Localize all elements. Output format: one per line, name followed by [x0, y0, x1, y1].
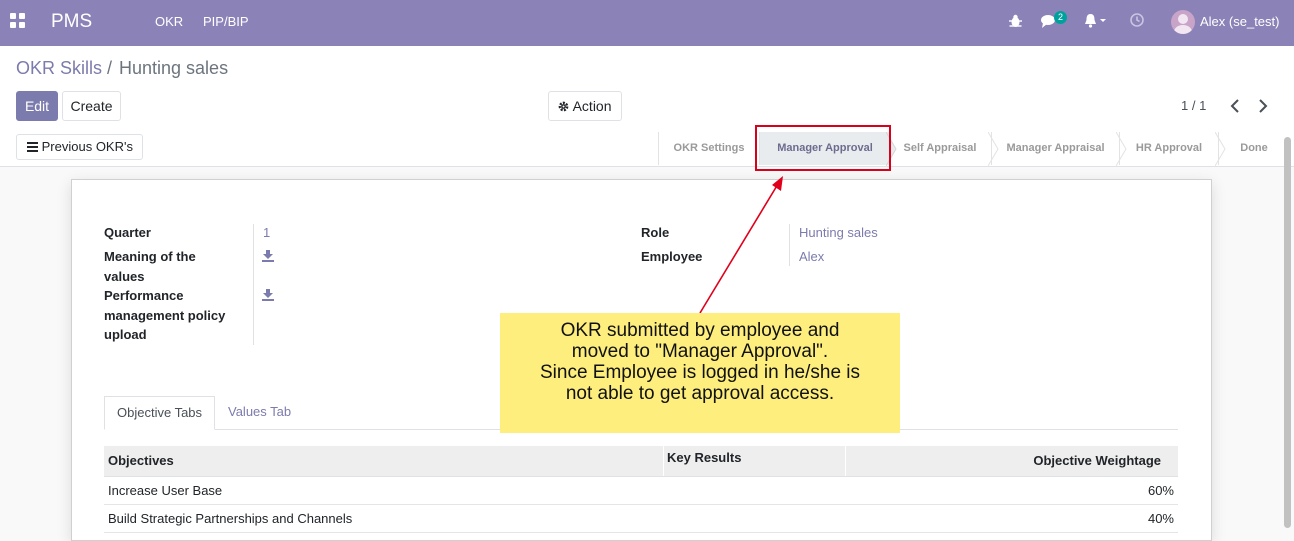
edit-button[interactable]: Edit — [16, 91, 58, 121]
stage-chevron-icon — [1116, 132, 1127, 166]
app-brand[interactable]: PMS — [51, 11, 92, 33]
stage-chevron-icon — [988, 132, 999, 166]
table-header: Objectives Key Results Objective Weighta… — [104, 446, 1178, 477]
table-row[interactable]: Build Strategic Partnerships and Channel… — [104, 505, 1178, 533]
control-panel: OKR Skills / Hunting sales Edit Create A… — [0, 46, 1294, 133]
pager-value[interactable]: 1 / 1 — [1181, 98, 1206, 113]
download-icon[interactable] — [262, 250, 274, 262]
role-value[interactable]: Hunting sales — [799, 223, 878, 242]
create-button[interactable]: Create — [62, 91, 121, 121]
notifications-bell-icon[interactable] — [1084, 13, 1106, 29]
table-row[interactable]: Increase User Base 60% — [104, 477, 1178, 505]
callout-line-1: OKR submitted by employee and — [560, 320, 840, 341]
callout-line-2: moved to "Manager Approval". — [571, 341, 829, 362]
stage-self-appraisal[interactable]: Self Appraisal — [890, 132, 990, 165]
tab-objective[interactable]: Objective Tabs — [104, 396, 216, 430]
policy-label-line-2: management policy — [104, 308, 226, 323]
field-divider — [253, 224, 254, 345]
messages-count-badge: 2 — [1054, 11, 1068, 24]
previous-okrs-button[interactable]: Previous OKR's — [16, 134, 143, 160]
stage-okr-settings[interactable]: OKR Settings — [658, 132, 759, 165]
field-divider — [789, 224, 790, 266]
stage-hr-approval[interactable]: HR Approval — [1119, 132, 1218, 165]
annotation-callout: OKR submitted by employee and moved to "… — [500, 313, 900, 433]
role-label: Role — [641, 225, 670, 240]
action-button[interactable]: Action — [548, 91, 622, 121]
column-objective-weightage[interactable]: Objective Weightage — [1033, 446, 1161, 476]
stage-chevron-icon — [1215, 132, 1226, 166]
employee-label: Employee — [641, 249, 703, 264]
weightage-cell: 60% — [1147, 483, 1174, 498]
action-button-label: Action — [572, 98, 612, 114]
create-button-label: Create — [70, 98, 113, 114]
stage-done[interactable]: Done — [1218, 132, 1289, 165]
breadcrumb-parent[interactable]: OKR Skills — [16, 58, 102, 79]
active-stage-highlight — [755, 125, 891, 171]
user-menu[interactable]: Alex (se_test) — [1200, 14, 1279, 29]
column-separator — [663, 446, 664, 476]
breadcrumb-separator: / — [107, 58, 113, 78]
callout-line-4: not able to get approval access. — [565, 383, 835, 404]
objective-cell: Increase User Base — [108, 483, 223, 498]
status-bar: Previous OKR's OKR Settings Manager Appr… — [0, 132, 1294, 167]
employee-value[interactable]: Alex — [799, 247, 824, 266]
list-icon — [27, 142, 38, 152]
apps-menu-icon[interactable] — [10, 13, 26, 29]
menu-pip-bip[interactable]: PIP/BIP — [203, 14, 249, 29]
meaning-label-line-1: Meaning of the — [104, 249, 196, 264]
breadcrumb-current: Hunting sales — [119, 58, 229, 78]
scrollbar-thumb[interactable] — [1284, 137, 1291, 528]
policy-label-line-1: Performance — [104, 288, 184, 303]
stage-manager-appraisal[interactable]: Manager Appraisal — [991, 132, 1119, 165]
column-key-results[interactable]: Key Results — [667, 443, 741, 473]
column-separator — [845, 446, 846, 476]
top-navbar: PMS OKR PIP/BIP 2 Alex (se_test) — [0, 0, 1294, 46]
callout-line-3: Since Employee is logged in he/she is — [539, 362, 861, 383]
previous-okrs-label: Previous OKR's — [41, 139, 133, 154]
policy-label-line-3: upload — [104, 327, 147, 342]
quarter-label: Quarter — [104, 225, 151, 240]
activity-clock-icon[interactable] — [1130, 13, 1144, 27]
meaning-label-line-2: values — [104, 269, 145, 284]
column-objectives[interactable]: Objectives — [108, 446, 174, 476]
pager-next-icon[interactable] — [1258, 99, 1268, 113]
quarter-value: 1 — [263, 225, 271, 240]
gear-icon — [559, 101, 569, 112]
menu-okr[interactable]: OKR — [155, 14, 183, 29]
download-icon[interactable] — [262, 289, 274, 301]
user-avatar[interactable] — [1171, 10, 1195, 34]
tab-values[interactable]: Values Tab — [216, 396, 303, 429]
pager-previous-icon[interactable] — [1230, 99, 1240, 113]
debug-bug-icon[interactable] — [1009, 14, 1022, 28]
